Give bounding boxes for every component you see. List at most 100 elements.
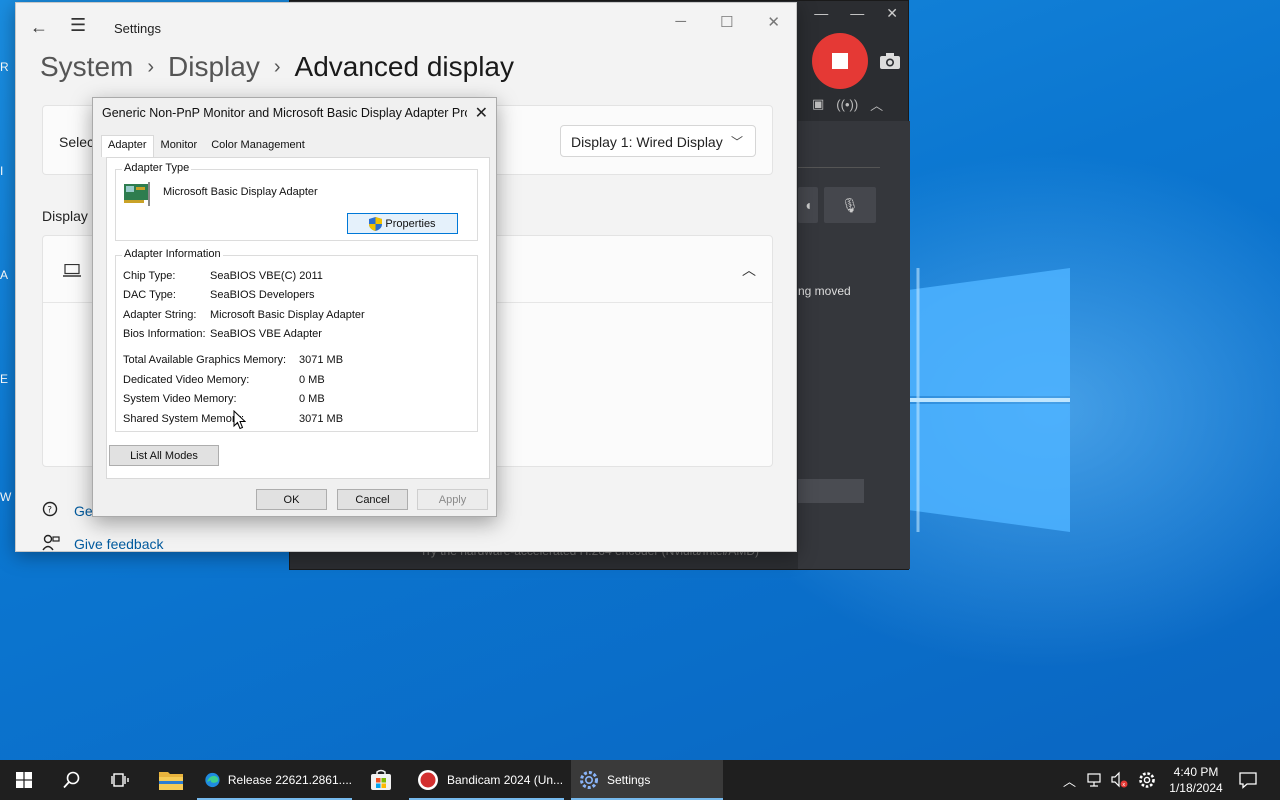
taskbar-app-settings[interactable]: Settings — [571, 760, 723, 800]
windows-logo-wallpaper — [908, 268, 1070, 532]
adapter-type-group: Adapter Type Microsoft Basic Display Ada… — [115, 162, 478, 241]
properties-button[interactable]: Properties — [347, 213, 458, 234]
microsoft-store-icon — [371, 769, 391, 790]
record-stop-button[interactable] — [812, 33, 868, 89]
clock-date: 1/18/2024 — [1169, 781, 1223, 795]
close-icon[interactable]: ✕ — [886, 5, 898, 22]
desktop-icon-label[interactable]: I — [0, 164, 3, 178]
microphone-icon[interactable]: 🎙 — [824, 187, 876, 223]
file-explorer-button[interactable] — [148, 760, 194, 800]
taskbar-app-bandicam[interactable]: Bandicam 2024 (Un... — [409, 760, 564, 800]
svg-text:x: x — [1122, 782, 1125, 788]
adapter-string-value: Microsoft Basic Display Adapter — [210, 309, 365, 321]
ok-button[interactable]: OK — [256, 489, 327, 510]
settings-gear-icon — [580, 771, 598, 789]
store-button[interactable] — [358, 760, 404, 800]
image-icon[interactable]: ▣ — [812, 96, 824, 112]
system-video-memory-label: System Video Memory: — [123, 393, 237, 405]
broadcast-icon[interactable]: ((•)) — [836, 97, 858, 112]
give-feedback-link[interactable]: Give feedback — [74, 536, 164, 551]
taskbar-clock[interactable]: 4:40 PM 1/18/2024 — [1163, 764, 1229, 796]
svg-text:?: ? — [47, 506, 52, 516]
speaker-icon[interactable]: ◖ — [798, 187, 818, 223]
divider — [798, 167, 880, 168]
dac-type-value: SeaBIOS Developers — [210, 289, 315, 301]
bandicam-audio-buttons: ◖ 🎙 — [798, 187, 878, 223]
feedback-icon — [42, 534, 60, 551]
shared-system-memory-label: Shared System Memory: — [123, 413, 245, 425]
dedicated-video-memory-value: 0 MB — [299, 374, 325, 386]
total-graphics-memory-label: Total Available Graphics Memory: — [123, 354, 287, 366]
settings-gear-icon[interactable] — [1138, 771, 1156, 789]
section-heading: Display i — [42, 208, 95, 224]
desktop-icon-label[interactable]: W — [0, 490, 11, 504]
action-center-icon[interactable] — [1239, 771, 1257, 789]
search-icon — [63, 771, 80, 789]
network-icon[interactable] — [1087, 772, 1103, 788]
laptop-icon — [63, 264, 81, 277]
adapter-tab-panel: Adapter Type Microsoft Basic Display Ada… — [106, 157, 490, 479]
taskbar-app-label: Settings — [607, 773, 651, 787]
total-graphics-memory-value: 3071 MB — [299, 354, 344, 366]
display-dropdown[interactable]: Display 1: Wired Display ﹀ — [560, 125, 756, 157]
chevron-up-icon[interactable]: ︿ — [742, 260, 756, 280]
shared-system-memory-value: 3071 MB — [299, 413, 344, 425]
back-arrow-icon[interactable]: ← — [30, 17, 48, 38]
task-view-button[interactable] — [96, 760, 144, 800]
bandicam-toolbar: ▣ ((•)) ︿ — [798, 93, 910, 115]
chevron-down-icon: ﹀ — [730, 135, 743, 149]
taskbar-app-edge[interactable]: Release 22621.2861.... — [197, 760, 352, 800]
uac-shield-icon — [369, 216, 383, 231]
minimize-to-tray-icon[interactable]: — — [850, 5, 864, 22]
bandicam-record-icon — [418, 770, 438, 790]
bandicam-field[interactable] — [798, 479, 864, 503]
chip-type-label: Chip Type: — [123, 270, 176, 282]
properties-label: Properties — [385, 217, 436, 230]
display-adapter-card-icon — [124, 182, 150, 206]
adapter-name: Microsoft Basic Display Adapter — [163, 186, 318, 198]
chevron-right-icon: › — [147, 55, 155, 78]
folder-icon — [159, 772, 183, 790]
adapter-string-label: Adapter String: — [123, 309, 197, 321]
search-button[interactable] — [48, 760, 96, 800]
hamburger-menu-icon[interactable]: ☰ — [70, 15, 86, 36]
start-button[interactable] — [0, 760, 48, 800]
screenshot-camera-icon[interactable] — [880, 53, 900, 69]
dedicated-video-memory-label: Dedicated Video Memory: — [123, 374, 250, 386]
close-icon[interactable]: ✕ — [475, 103, 488, 123]
apply-button[interactable]: Apply — [417, 489, 488, 510]
desktop-icon-label[interactable]: A — [0, 268, 8, 282]
breadcrumb: System › Display › Advanced display — [40, 51, 514, 83]
title-bar: ← ☰ Settings ─ ☐ ✕ — [16, 3, 796, 51]
desktop-icon-label[interactable]: R — [0, 60, 9, 74]
chevron-right-icon: › — [273, 55, 281, 78]
collapse-up-icon[interactable]: ︿ — [870, 95, 883, 114]
minimize-icon[interactable]: — — [814, 5, 828, 22]
desktop-icon-label[interactable]: E — [0, 372, 8, 386]
tab-color-management[interactable]: Color Management — [204, 135, 312, 156]
windows-start-icon — [16, 772, 32, 788]
tab-adapter[interactable]: Adapter — [101, 135, 154, 157]
bandicam-status-text: ng moved — [798, 284, 851, 298]
mouse-cursor-icon — [233, 410, 246, 430]
close-icon[interactable]: ✕ — [767, 13, 780, 31]
taskbar: Release 22621.2861.... Bandicam 2024 (Un… — [0, 760, 1280, 800]
get-help-icon: ? — [42, 501, 58, 517]
window-controls: ─ ☐ ✕ — [675, 13, 780, 31]
app-title: Settings — [114, 21, 161, 36]
volume-muted-icon[interactable]: x — [1110, 771, 1128, 789]
show-hidden-icons-chevron-icon[interactable]: ︿ — [1063, 760, 1076, 800]
bandicam-window-controls: — — ✕ — [814, 5, 898, 22]
system-video-memory-value: 0 MB — [299, 393, 325, 405]
cancel-button[interactable]: Cancel — [337, 489, 408, 510]
maximize-icon[interactable]: ☐ — [720, 13, 733, 31]
minimize-icon[interactable]: ─ — [675, 13, 686, 31]
page-title: Advanced display — [294, 51, 514, 82]
task-view-icon — [111, 773, 129, 787]
breadcrumb-display[interactable]: Display — [168, 51, 260, 83]
list-all-modes-button[interactable]: List All Modes — [109, 445, 219, 466]
adapter-information-title: Adapter Information — [122, 248, 223, 260]
clock-time: 4:40 PM — [1173, 765, 1219, 779]
tab-monitor[interactable]: Monitor — [154, 135, 205, 156]
breadcrumb-system[interactable]: System — [40, 51, 133, 83]
